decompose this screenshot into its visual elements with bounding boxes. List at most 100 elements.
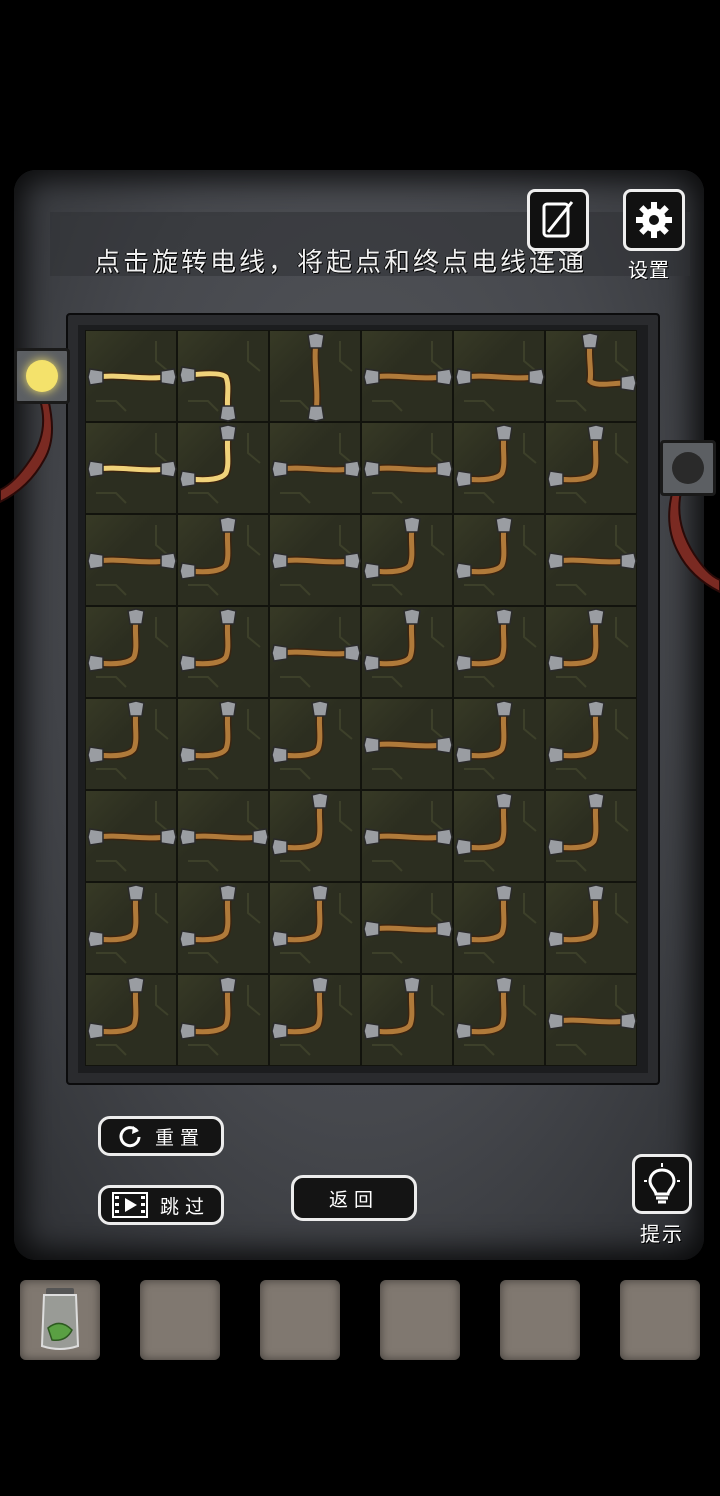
wire-corner-left-up-icon	[363, 516, 445, 596]
wire-tile[interactable]	[269, 606, 361, 698]
wire-tile[interactable]	[269, 422, 361, 514]
wire-corner-left-up-icon	[455, 608, 537, 688]
wire-corner-left-up-icon	[455, 424, 537, 504]
wire-straight-h-icon	[87, 801, 177, 872]
inventory-slot[interactable]	[260, 1280, 340, 1360]
wire-tile[interactable]	[85, 422, 177, 514]
wire-corner-left-up-icon	[87, 884, 169, 964]
wire-corner-left-up-icon	[271, 700, 353, 780]
wire-straight-h-icon	[271, 617, 361, 688]
wire-tile[interactable]	[361, 790, 453, 882]
back-button[interactable]: 返回	[291, 1175, 417, 1221]
inventory-slot[interactable]	[620, 1280, 700, 1360]
inventory-slot[interactable]	[140, 1280, 220, 1360]
end-socket	[660, 440, 716, 496]
wire-corner-left-up-icon	[363, 976, 445, 1056]
wire-tile[interactable]	[545, 698, 637, 790]
reset-icon	[117, 1123, 143, 1149]
wire-straight-h-icon	[363, 341, 453, 412]
wire-tile[interactable]	[177, 514, 269, 606]
jar-icon	[40, 1288, 80, 1350]
wire-tile[interactable]	[177, 882, 269, 974]
wire-tile[interactable]	[453, 514, 545, 606]
wire-straight-h-icon	[455, 341, 545, 412]
wire-straight-h-icon	[363, 433, 453, 504]
wire-tile[interactable]	[177, 606, 269, 698]
wire-tile[interactable]	[177, 698, 269, 790]
wire-tile[interactable]	[361, 882, 453, 974]
inventory-slot[interactable]	[500, 1280, 580, 1360]
wire-tile[interactable]	[361, 606, 453, 698]
wire-tile[interactable]	[545, 422, 637, 514]
wire-corner-left-up-icon	[271, 884, 353, 964]
wire-corner-left-up-icon	[87, 608, 169, 688]
wire-corner-left-up-icon	[547, 424, 629, 504]
wire-tile[interactable]	[453, 422, 545, 514]
wire-corner-left-up-icon	[271, 792, 353, 872]
wire-tile[interactable]	[545, 974, 637, 1066]
wire-tile[interactable]	[545, 514, 637, 606]
wire-corner-left-down-icon	[179, 341, 261, 422]
wire-tile[interactable]	[453, 974, 545, 1066]
wire-straight-h-icon	[271, 525, 361, 596]
wire-tile[interactable]	[545, 606, 637, 698]
settings-button[interactable]	[623, 189, 685, 251]
skip-label: 跳过	[159, 1195, 210, 1218]
notes-button[interactable]	[527, 189, 589, 251]
wire-tile[interactable]	[85, 698, 177, 790]
wire-tile[interactable]	[85, 514, 177, 606]
skip-button[interactable]: 跳过	[98, 1185, 224, 1225]
wire-tile[interactable]	[361, 330, 453, 422]
wire-tile[interactable]	[361, 974, 453, 1066]
wire-straight-h-icon	[363, 801, 453, 872]
wire-corner-left-up-icon	[547, 700, 629, 780]
wire-corner-up-right-icon	[556, 332, 637, 412]
wire-corner-left-up-icon	[179, 516, 261, 596]
inventory-slot[interactable]	[380, 1280, 460, 1360]
reset-button[interactable]: 重置	[98, 1116, 224, 1156]
wire-tile[interactable]	[85, 882, 177, 974]
wire-tile[interactable]	[453, 606, 545, 698]
wire-tile[interactable]	[177, 422, 269, 514]
wire-corner-left-up-icon	[179, 424, 261, 504]
wire-tile[interactable]	[361, 514, 453, 606]
wire-tile[interactable]	[177, 790, 269, 882]
wire-tile[interactable]	[269, 974, 361, 1066]
wire-tile[interactable]	[85, 606, 177, 698]
wire-tile[interactable]	[545, 330, 637, 422]
end-arm-icon	[668, 484, 720, 594]
hint-button[interactable]	[632, 1154, 692, 1214]
settings-label: 设置	[628, 258, 670, 282]
wire-tile[interactable]	[269, 514, 361, 606]
wire-tile[interactable]	[453, 790, 545, 882]
wire-tile[interactable]	[453, 330, 545, 422]
wire-corner-left-up-icon	[87, 976, 169, 1056]
wire-tile[interactable]	[269, 698, 361, 790]
wire-tile[interactable]	[269, 330, 361, 422]
wire-corner-left-up-icon	[455, 884, 537, 964]
wire-corner-left-up-icon	[363, 608, 445, 688]
wire-tile[interactable]	[361, 698, 453, 790]
inventory-slot[interactable]	[20, 1280, 100, 1360]
wire-tile[interactable]	[269, 790, 361, 882]
wire-straight-h-icon	[547, 985, 637, 1056]
wire-tile[interactable]	[361, 422, 453, 514]
wire-tile[interactable]	[85, 790, 177, 882]
wire-tile[interactable]	[85, 330, 177, 422]
wire-tile[interactable]	[269, 882, 361, 974]
wire-tile[interactable]	[177, 330, 269, 422]
wire-tile[interactable]	[453, 698, 545, 790]
wire-tile[interactable]	[177, 974, 269, 1066]
wire-tile[interactable]	[85, 974, 177, 1066]
wire-corner-left-up-icon	[179, 976, 261, 1056]
wire-straight-h-icon	[87, 525, 177, 596]
wire-tile[interactable]	[453, 882, 545, 974]
wire-corner-left-up-icon	[547, 792, 629, 872]
wire-straight-h-icon	[363, 709, 453, 780]
start-arm-icon	[0, 396, 53, 504]
wire-corner-left-up-icon	[455, 792, 537, 872]
wire-tile[interactable]	[545, 790, 637, 882]
reset-label: 重置	[154, 1126, 205, 1149]
lightbulb-icon	[644, 1163, 680, 1204]
wire-tile[interactable]	[545, 882, 637, 974]
